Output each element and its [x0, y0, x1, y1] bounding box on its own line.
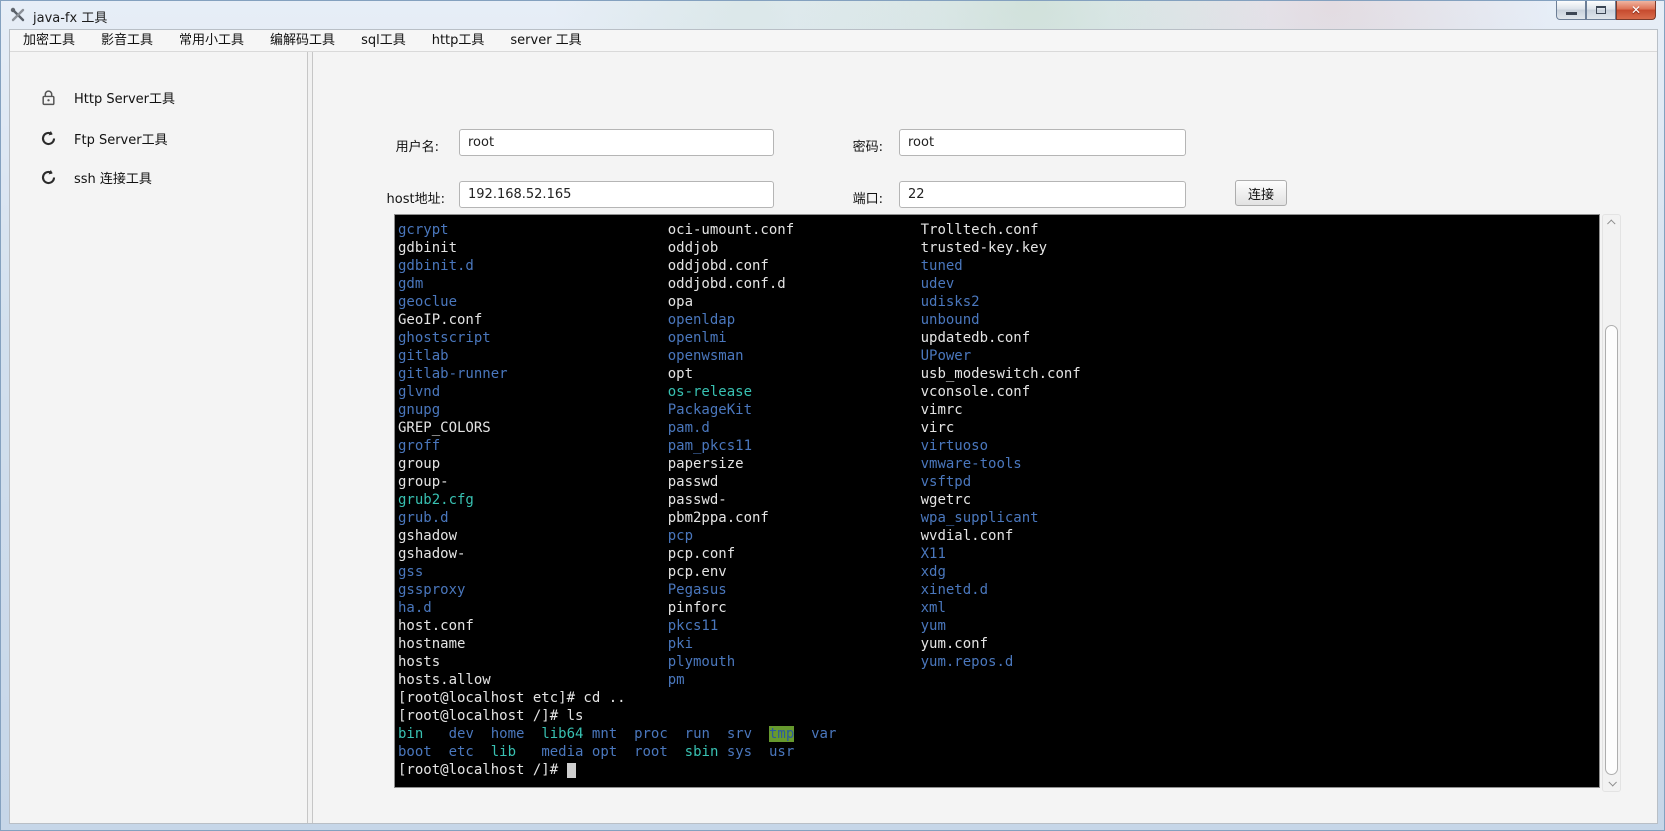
terminal-line: hosts plymouth yum.repos.d — [398, 653, 1599, 671]
host-input[interactable] — [459, 181, 774, 208]
terminal-line: gcrypt oci-umount.conf Trolltech.conf — [398, 221, 1599, 239]
terminal-line: host.conf pkcs11 yum — [398, 617, 1599, 635]
app-window: java-fx 工具 ✕ 加密工具影音工具常用小工具编解码工具sql工具http… — [0, 0, 1665, 831]
terminal-line: ha.d pinforc xml — [398, 599, 1599, 617]
terminal-line: group papersize vmware-tools — [398, 455, 1599, 473]
sidebar-item-label: Ftp Server工具 — [74, 129, 168, 148]
terminal-scrollbar[interactable] — [1602, 214, 1621, 792]
scrollbar-thumb[interactable] — [1605, 325, 1618, 775]
terminal-line: [root@localhost /]# ls — [398, 707, 1599, 725]
sidebar-item-label: Http Server工具 — [74, 88, 175, 107]
terminal-line: boot etc lib media opt root sbin sys usr — [398, 743, 1599, 761]
password-input[interactable] — [899, 129, 1186, 156]
terminal-line: gshadow pcp wvdial.conf — [398, 527, 1599, 545]
terminal-line: gdm oddjobd.conf.d udev — [398, 275, 1599, 293]
terminal-line: [root@localhost etc]# cd .. — [398, 689, 1599, 707]
terminal-line: hosts.allow pm — [398, 671, 1599, 689]
terminal-line: gdbinit.d oddjobd.conf tuned — [398, 257, 1599, 275]
window-title: java-fx 工具 — [33, 7, 107, 26]
terminal-line: gss pcp.env xdg — [398, 563, 1599, 581]
menu-item[interactable]: sql工具 — [348, 30, 419, 52]
password-label: 密码: — [810, 136, 883, 155]
terminal-line: glvnd os-release vconsole.conf — [398, 383, 1599, 401]
terminal-line: gitlab openwsman UPower — [398, 347, 1599, 365]
terminal-line: gssproxy Pegasus xinetd.d — [398, 581, 1599, 599]
host-label: host地址: — [350, 188, 445, 207]
sidebar-item[interactable]: ssh 连接工具 — [10, 157, 307, 197]
username-label: 用户名: — [350, 136, 439, 155]
connect-button[interactable]: 连接 — [1235, 180, 1287, 206]
terminal-line: grub2.cfg passwd- wgetrc — [398, 491, 1599, 509]
terminal-line: gitlab-runner opt usb_modeswitch.conf — [398, 365, 1599, 383]
port-label: 端口: — [810, 188, 883, 207]
terminal-line: bin dev home lib64 mnt proc run srv tmp … — [398, 725, 1599, 743]
sidebar: Http Server工具 Ftp Server工具 ssh 连接工具 — [10, 52, 307, 823]
menu-item[interactable]: http工具 — [419, 30, 498, 52]
terminal-line: hostname pki yum.conf — [398, 635, 1599, 653]
terminal-line: [root@localhost /]# — [398, 761, 1599, 779]
minimize-icon[interactable] — [1556, 1, 1586, 20]
maximize-icon[interactable] — [1586, 1, 1616, 20]
terminal-line: grub.d pbm2ppa.conf wpa_supplicant — [398, 509, 1599, 527]
terminal-line: gshadow- pcp.conf X11 — [398, 545, 1599, 563]
sidebar-item[interactable]: Http Server工具 — [10, 77, 307, 117]
client-area: 加密工具影音工具常用小工具编解码工具sql工具http工具server 工具 H… — [9, 29, 1658, 824]
sidebar-item-label: ssh 连接工具 — [74, 168, 152, 187]
terminal-line: gdbinit oddjob trusted-key.key — [398, 239, 1599, 257]
username-input[interactable] — [459, 129, 774, 156]
terminal-line: GeoIP.conf openldap unbound — [398, 311, 1599, 329]
menu-bar: 加密工具影音工具常用小工具编解码工具sql工具http工具server 工具 — [10, 30, 1657, 52]
port-input[interactable] — [899, 181, 1186, 208]
lock-icon — [40, 89, 57, 106]
menu-item[interactable]: 加密工具 — [10, 30, 88, 52]
close-icon[interactable]: ✕ — [1616, 1, 1656, 20]
terminal-cursor — [567, 763, 576, 778]
title-bar[interactable]: java-fx 工具 ✕ — [1, 1, 1664, 29]
terminal-line: geoclue opa udisks2 — [398, 293, 1599, 311]
terminal-line: GREP_COLORS pam.d virc — [398, 419, 1599, 437]
refresh-icon — [40, 130, 57, 147]
tools-icon — [10, 7, 26, 23]
terminal-line: gnupg PackageKit vimrc — [398, 401, 1599, 419]
terminal-output[interactable]: gcrypt oci-umount.conf Trolltech.confgdb… — [394, 214, 1600, 788]
menu-item[interactable]: 常用小工具 — [166, 30, 257, 52]
menu-item[interactable]: 编解码工具 — [257, 30, 348, 52]
window-controls: ✕ — [1556, 1, 1656, 20]
menu-item[interactable]: server 工具 — [497, 30, 594, 52]
terminal-line: groff pam_pkcs11 virtuoso — [398, 437, 1599, 455]
menu-item[interactable]: 影音工具 — [88, 30, 166, 52]
terminal-line: ghostscript openlmi updatedb.conf — [398, 329, 1599, 347]
refresh-icon — [40, 169, 57, 186]
sidebar-item[interactable]: Ftp Server工具 — [10, 118, 307, 158]
scroll-up-icon[interactable] — [1603, 215, 1620, 231]
terminal-line: group- passwd vsftpd — [398, 473, 1599, 491]
scroll-down-icon[interactable] — [1603, 775, 1620, 791]
